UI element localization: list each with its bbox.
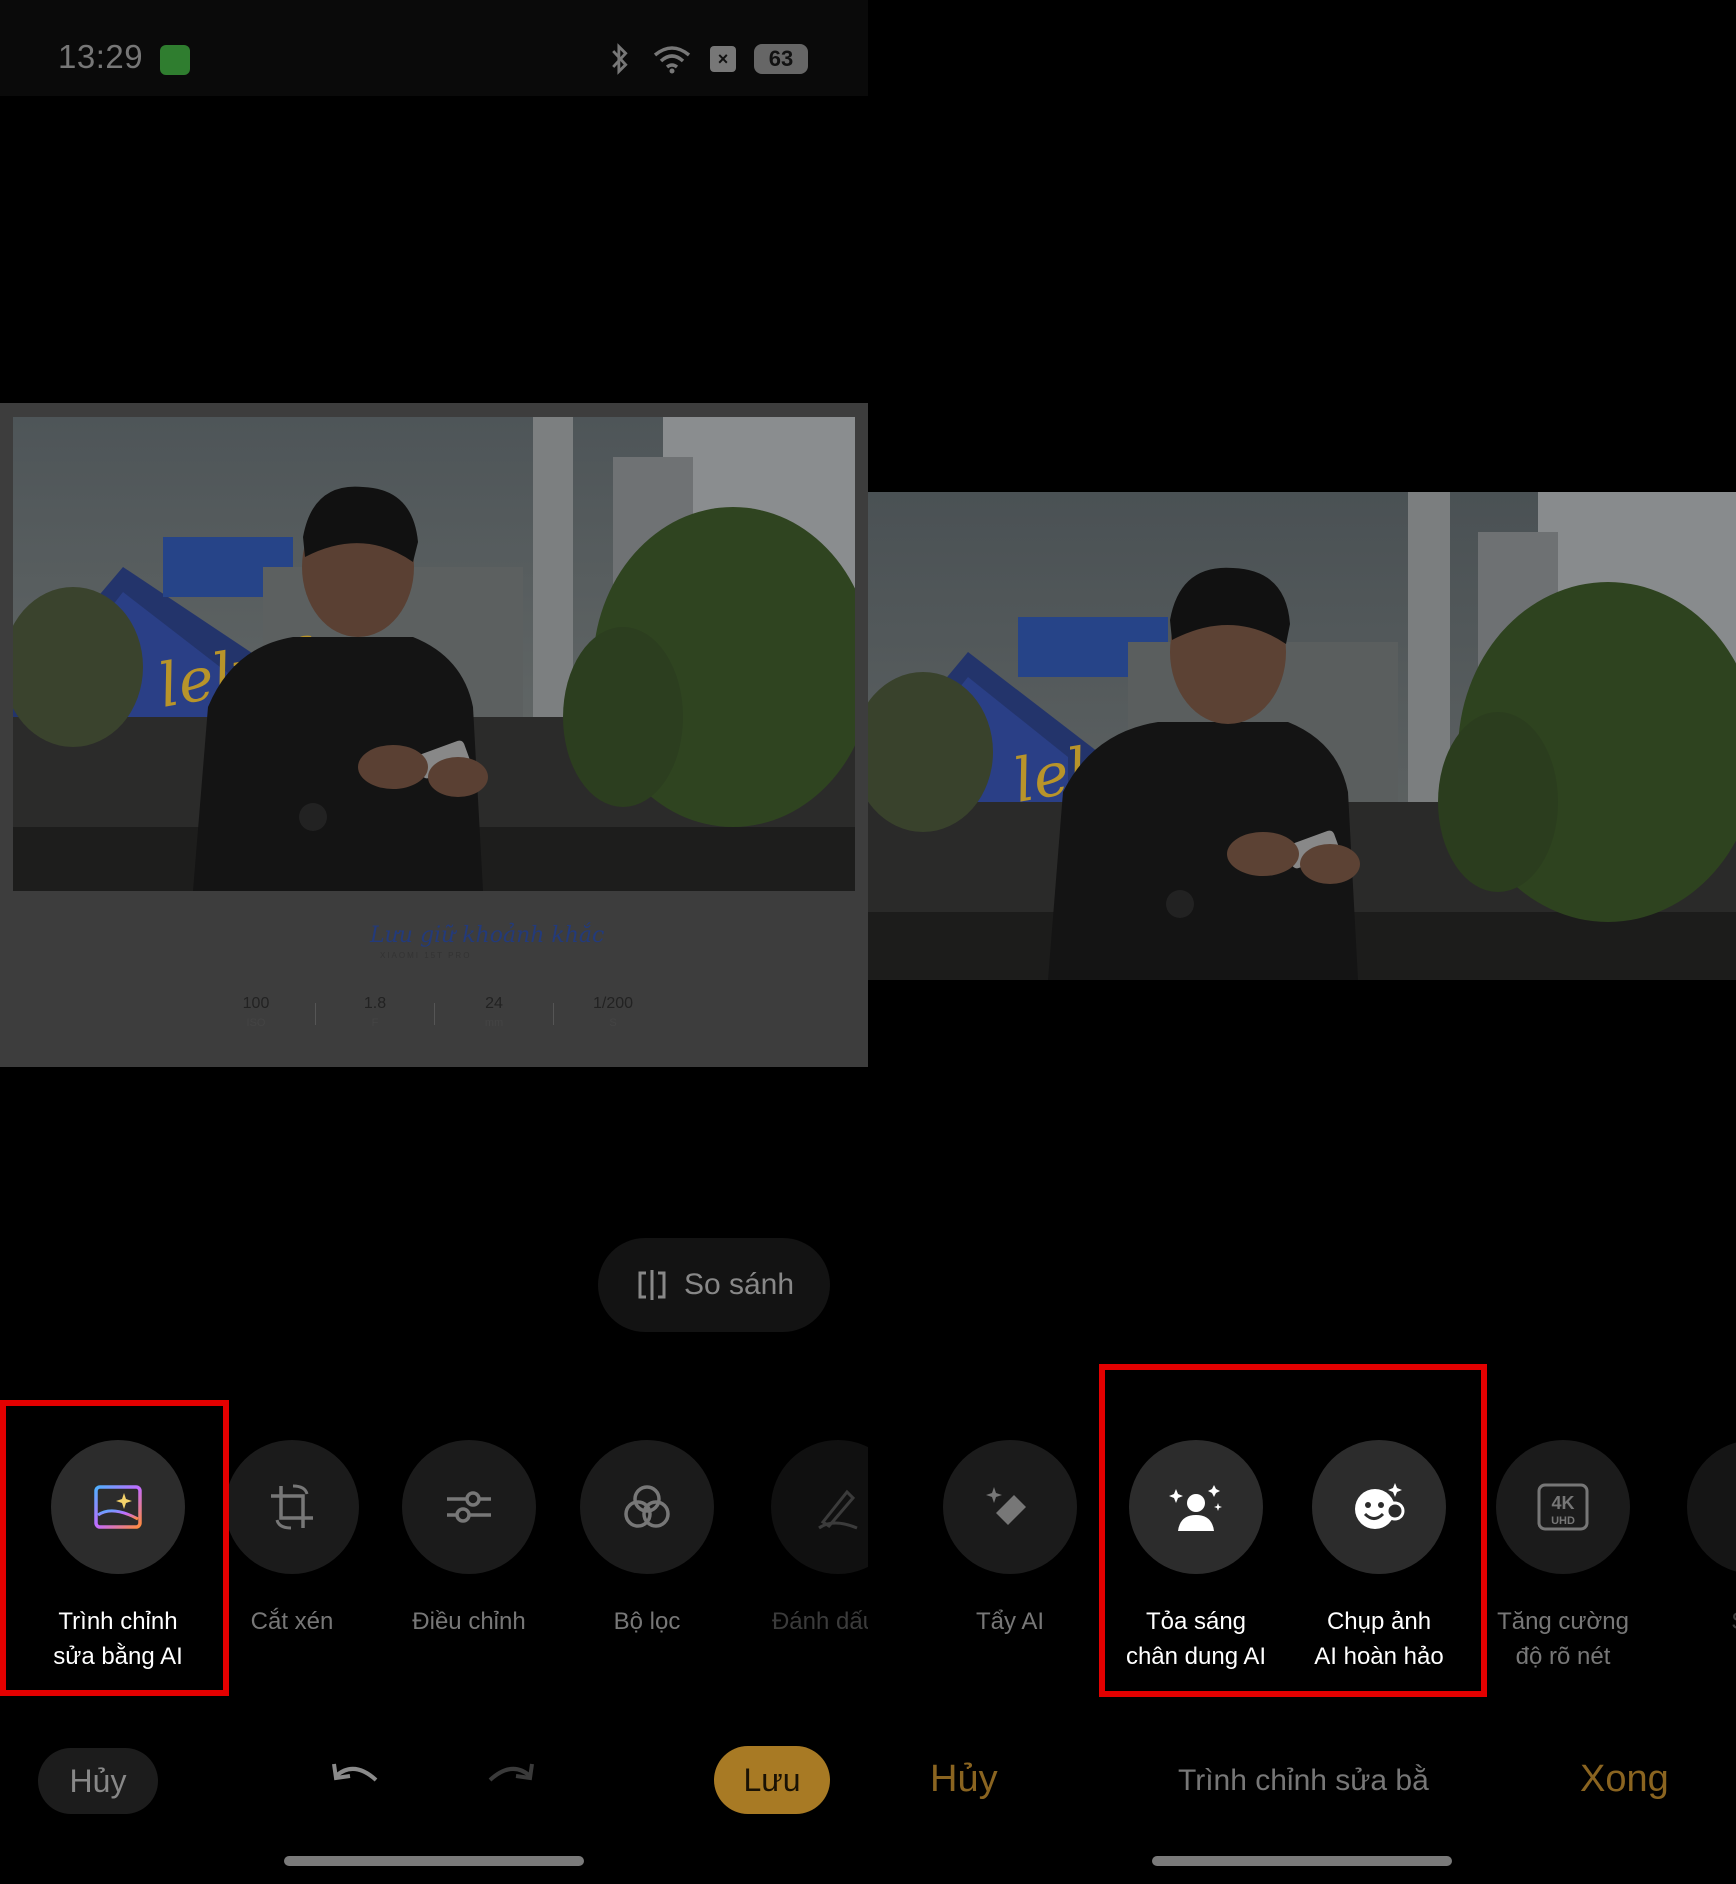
undo-icon[interactable] — [330, 1760, 384, 1800]
compare-button[interactable]: So sánh — [598, 1238, 830, 1332]
exif-iso-unit: ISO — [246, 1017, 266, 1029]
tool-label: Đánh dấu AI — [771, 1608, 868, 1635]
status-bar: 13:29 × 63 — [0, 0, 868, 96]
tool-sharpness[interactable]: 4K UHD Tăng cường độ rõ nét — [1483, 1440, 1643, 1674]
app-notification-icon — [160, 45, 190, 75]
pen-icon — [818, 1489, 858, 1530]
signature: Lưu giữ khoảnh khắc — [370, 923, 605, 948]
tool-ai-erase[interactable]: Tẩy AI — [930, 1440, 1090, 1639]
tool-circle — [402, 1440, 536, 1574]
tool-crop[interactable]: Cắt xén — [212, 1440, 372, 1639]
exif-shutter: 1/200 S — [553, 995, 673, 1029]
tool-label: Bộ lọc — [613, 1608, 681, 1635]
ai-preview-photo: lekof — [868, 492, 1736, 980]
tool-label: Tẩy AI — [975, 1608, 1045, 1635]
exif-focal: 24 mm — [434, 995, 554, 1029]
exif-aperture: 1.8 F — [315, 995, 435, 1029]
home-indicator — [1152, 1856, 1452, 1866]
edited-photo: lekof — [13, 417, 855, 891]
tool-circle: 4K UHD — [1496, 1440, 1630, 1574]
exif-focal-value: 24 — [485, 995, 503, 1012]
exif-aperture-value: 1.8 — [363, 995, 387, 1012]
photo-card: lekof Lưu giữ khoảnh khắc XIAOMI 15T PRO… — [0, 403, 868, 1067]
panel-title: Trình chỉnh sửa bằ — [1178, 1764, 1429, 1797]
signature-sub: XIAOMI 15T PRO — [380, 951, 472, 960]
tool-label: Tăng cường độ rõ nét — [1497, 1608, 1629, 1670]
tool-circle — [580, 1440, 714, 1574]
exif-shutter-unit: S — [609, 1017, 617, 1029]
tool-circle — [1687, 1440, 1736, 1574]
right-panel: lekof Tẩy AI Tỏa sáng chân dung AI Chụp … — [868, 0, 1736, 1884]
cancel-button[interactable]: Hủy — [930, 1758, 998, 1801]
sliders-icon — [447, 1491, 491, 1523]
exif-iso: 100 ISO — [196, 995, 316, 1029]
tool-circle — [943, 1440, 1077, 1574]
bluetooth-icon — [612, 43, 628, 75]
tool-label: Sửa — [1674, 1604, 1736, 1639]
eraser-icon — [986, 1487, 1026, 1525]
tool-fix[interactable]: Sửa — [1674, 1440, 1736, 1639]
tool-label: Điều chỉnh — [412, 1608, 526, 1635]
status-time: 13:29 — [58, 38, 144, 75]
tool-adjust[interactable]: Điều chỉnh — [389, 1440, 549, 1639]
crop-rotate-icon — [271, 1484, 313, 1530]
exif-iso-value: 100 — [242, 995, 270, 1012]
redo-icon[interactable] — [482, 1760, 536, 1800]
status-icons: × 63 — [606, 42, 808, 76]
tool-circle — [771, 1440, 868, 1574]
save-button[interactable]: Lưu — [714, 1746, 830, 1814]
battery-icon: 63 — [754, 44, 808, 74]
wifi-icon — [653, 46, 691, 74]
sim-off-icon: × — [710, 46, 736, 72]
tool-ai-mark[interactable]: Đánh dấu AI — [758, 1440, 868, 1639]
exif-focal-unit: mm — [484, 1017, 504, 1029]
home-indicator — [284, 1856, 584, 1866]
highlight-box — [0, 1400, 229, 1696]
exif-aperture-unit: F — [371, 1017, 379, 1029]
4k-uhd-icon: 4K UHD — [1537, 1483, 1589, 1531]
highlight-box — [1099, 1364, 1487, 1697]
tool-filters[interactable]: Bộ lọc — [567, 1440, 727, 1639]
compare-icon — [638, 1270, 666, 1300]
cancel-button[interactable]: Hủy — [38, 1748, 158, 1814]
exif-shutter-value: 1/200 — [592, 995, 634, 1012]
filters-icon — [624, 1485, 670, 1528]
svg-text:4K: 4K — [1551, 1493, 1574, 1513]
done-button[interactable]: Xong — [1580, 1758, 1669, 1801]
tool-label: Cắt xén — [250, 1608, 334, 1635]
left-panel: 13:29 × 63 lekof — [0, 0, 868, 1884]
svg-text:UHD: UHD — [1551, 1515, 1575, 1527]
compare-label: So sánh — [683, 1268, 795, 1301]
tool-circle — [225, 1440, 359, 1574]
